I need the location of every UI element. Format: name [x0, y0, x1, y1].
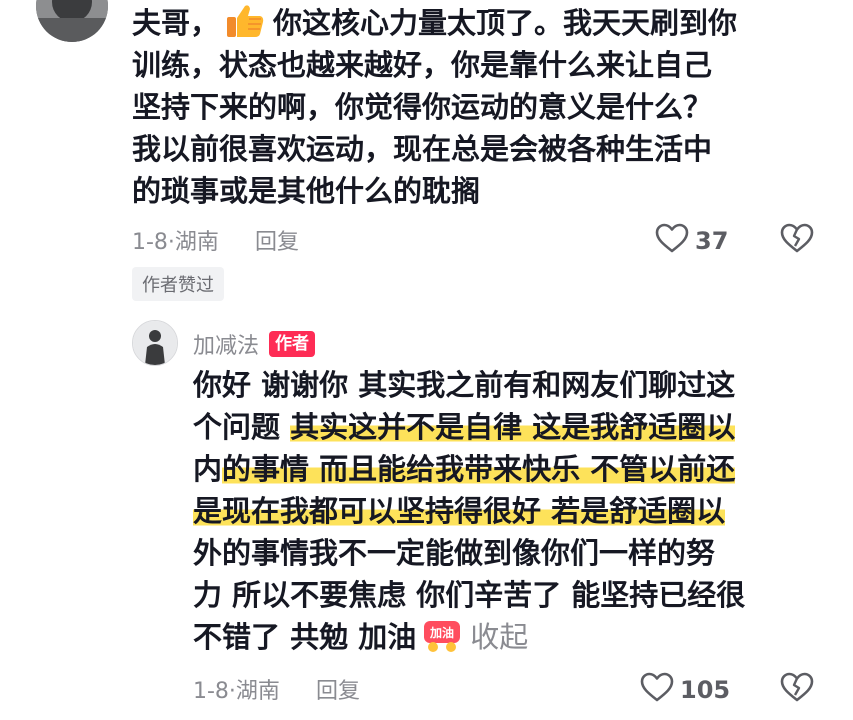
comment-date-location: 1-8·湖南: [132, 230, 219, 255]
reply-line-7: 不错了 共勉 加油 加油 收起: [193, 619, 529, 654]
comment-dislike-button[interactable]: [780, 223, 814, 257]
reply-line-6: 力 所以不要焦虑 你们辛苦了 能坚持已经很: [193, 578, 746, 612]
comment-line-2: 训练，状态也越来越好，你是靠什么来让自己: [132, 48, 713, 82]
reply-line-1: 你好 谢谢你 其实我之前有和网友们聊过这: [193, 368, 736, 402]
reply-text: 你好 谢谢你 其实我之前有和网友们聊过这 个问题 其实这并不是自律 这是我舒适圈…: [193, 364, 745, 658]
comment-line-3: 坚持下来的啊，你觉得你运动的意义是什么？: [132, 90, 713, 124]
jiayou-sticker-text: 加油: [429, 625, 454, 640]
broken-heart-icon: [780, 672, 814, 706]
highlighted-text: 是现在我都可以坚持得很好 若是舒适圈以: [193, 494, 726, 528]
comment-like-count: 37: [695, 227, 729, 255]
comment-like-button[interactable]: 37: [655, 223, 728, 259]
reply-author-name[interactable]: 加减法: [193, 328, 259, 360]
reply-line-3: 内的事情 而且能给我带来快乐 不管以前还: [193, 452, 736, 486]
heart-icon: [640, 672, 674, 708]
comment-text: 夫哥， 你这核心力量太顶了。我天天刷到你 训练，状态也越来越好，你是靠什么来让自…: [132, 2, 737, 212]
reply-author-row: 加减法 作者: [193, 328, 316, 360]
comment-meta: 1-8·湖南 回复: [132, 225, 299, 255]
comment-line-4: 我以前很喜欢运动，现在总是会被各种生活中: [132, 132, 713, 166]
jiayou-sticker-icon: 加油: [422, 619, 462, 653]
comment-line-5: 的琐事或是其他什么的耽搁: [132, 174, 481, 208]
highlighted-text: 的事情 而且能给我带来快乐 不管以前还: [222, 452, 736, 486]
collapse-button[interactable]: 收起: [470, 620, 528, 654]
reply-line-2: 个问题 其实这并不是自律 这是我舒适圈以: [193, 410, 736, 444]
highlighted-text: 其实这并不是自律 这是我舒适圈以: [290, 410, 736, 444]
author-badge: 作者: [269, 331, 316, 357]
comment-reply-button[interactable]: 回复: [255, 224, 299, 256]
broken-heart-icon: [780, 223, 814, 257]
comment-line-1: 夫哥， 你这核心力量太顶了。我天天刷到你: [132, 2, 737, 44]
reply-like-button[interactable]: 105: [640, 672, 730, 708]
reply-dislike-button[interactable]: [780, 672, 814, 706]
author-avatar[interactable]: [132, 320, 178, 366]
reply-meta: 1-8·湖南 回复: [193, 674, 360, 704]
reply-like-count: 105: [680, 676, 731, 704]
reply-date-location: 1-8·湖南: [193, 679, 280, 704]
reply-reply-button[interactable]: 回复: [316, 673, 360, 705]
reply-line-4: 是现在我都可以坚持得很好 若是舒适圈以: [193, 490, 745, 532]
commenter-avatar[interactable]: [36, 0, 108, 42]
author-liked-badge: 作者赞过: [132, 267, 224, 301]
heart-icon: [655, 223, 689, 259]
reply-line-5: 外的事情我不一定能做到像你们一样的努: [193, 536, 716, 570]
thumbs-up-icon: [225, 3, 265, 39]
